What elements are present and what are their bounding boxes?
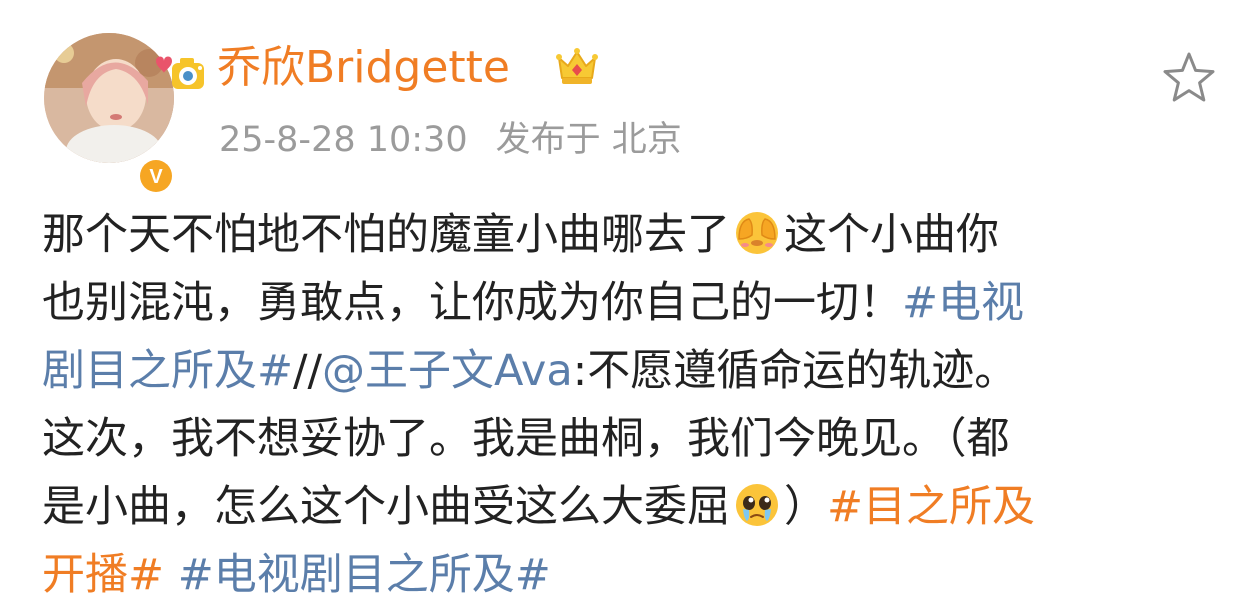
post-text: 这个小曲你 bbox=[784, 210, 999, 260]
star-outline-icon[interactable] bbox=[1160, 49, 1218, 107]
avatar[interactable]: V bbox=[44, 33, 204, 195]
hashtag-link[interactable]: #电视 bbox=[902, 278, 1024, 328]
content-line: 开播# #电视剧目之所及# bbox=[42, 541, 1222, 605]
content-line: 这次，我不想妥协了。我是曲桐，我们今晚见。（都 bbox=[42, 405, 1222, 473]
repost-separator: // bbox=[293, 346, 323, 396]
post-content: 那个天不怕地不怕的魔童小曲哪去了 这个小曲你 也别混沌，勇敢点，让你成为你自己的… bbox=[42, 201, 1222, 605]
pleading-tearful-emoji-icon bbox=[736, 484, 778, 526]
content-line: 是小曲，怎么这个小曲受这么大委屈 ）#目之所及 bbox=[42, 473, 1222, 541]
post-location: 发布于 北京 bbox=[495, 120, 682, 160]
hashtag-link[interactable]: 剧目之所及# bbox=[42, 346, 293, 396]
topic-link[interactable]: 开播# bbox=[42, 550, 164, 600]
post-text: 那个天不怕地不怕的魔童小曲哪去了 bbox=[42, 210, 730, 260]
weibo-post: V 乔欣Bridgette 25-8-28 10:30 发布于 北京 那个天不怕地… bbox=[0, 0, 1256, 605]
post-timestamp: 25-8-28 10:30 bbox=[219, 120, 468, 160]
post-text: 是小曲，怎么这个小曲受这么大委屈 bbox=[42, 482, 730, 532]
verified-badge: V bbox=[137, 157, 175, 195]
post-text: :不愿遵循命运的轨迹。 bbox=[572, 346, 1018, 396]
post-text: 也别混沌，勇敢点，让你成为你自己的一切！ bbox=[42, 278, 902, 328]
content-line: 剧目之所及#//@王子文Ava:不愿遵循命运的轨迹。 bbox=[42, 337, 1222, 405]
verified-badge-letter: V bbox=[149, 166, 163, 188]
post-text: 这次，我不想妥协了。我是曲桐，我们今晚见。（都 bbox=[42, 414, 1010, 464]
post-text: ） bbox=[784, 482, 827, 532]
hashtag-link[interactable]: #电视剧目之所及# bbox=[178, 550, 551, 600]
topic-link[interactable]: #目之所及 bbox=[827, 482, 1035, 532]
content-line: 也别混沌，勇敢点，让你成为你自己的一切！#电视 bbox=[42, 269, 1222, 337]
shy-cover-face-emoji-icon bbox=[736, 212, 778, 254]
content-line: 那个天不怕地不怕的魔童小曲哪去了 这个小曲你 bbox=[42, 201, 1222, 269]
post-meta: 25-8-28 10:30 发布于 北京 bbox=[219, 115, 682, 165]
camera-sticker-icon bbox=[156, 56, 204, 89]
mention-link[interactable]: @王子文Ava bbox=[322, 346, 573, 396]
crown-icon[interactable] bbox=[553, 42, 601, 90]
username[interactable]: 乔欣Bridgette bbox=[217, 38, 510, 98]
